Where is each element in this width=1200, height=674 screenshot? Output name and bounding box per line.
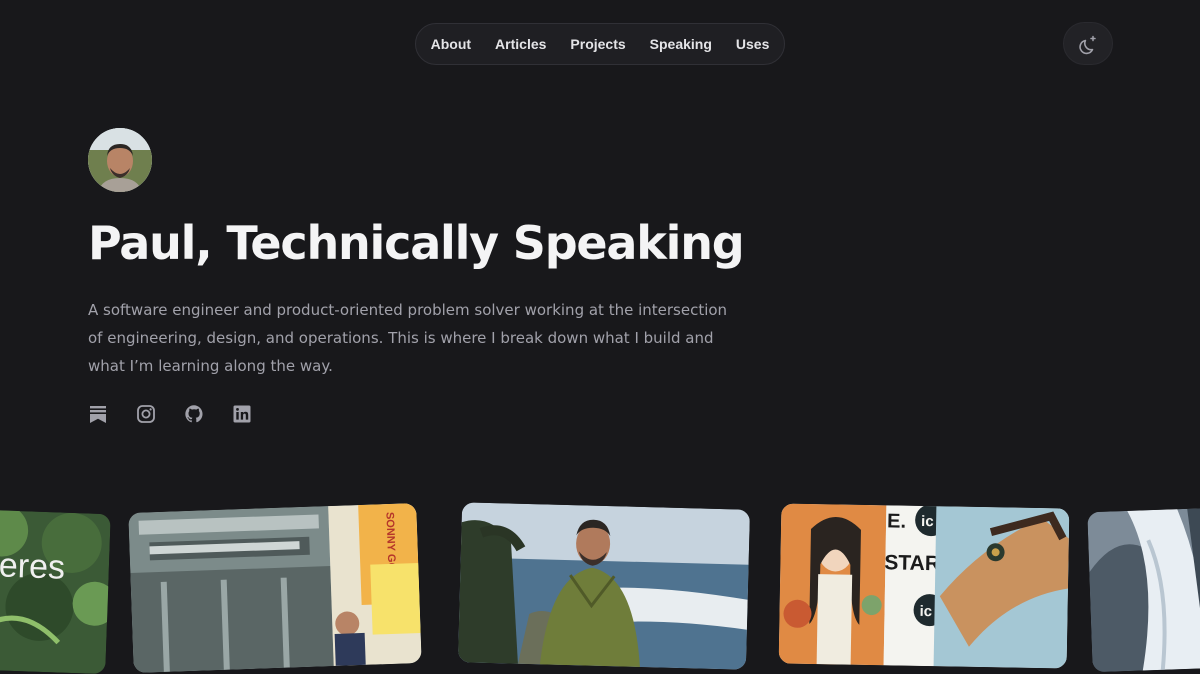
moon-star-icon	[1079, 35, 1096, 54]
nav-about[interactable]: About	[419, 23, 483, 65]
linkedin-icon[interactable]	[232, 404, 252, 424]
avatar	[88, 128, 152, 192]
photo-waterfall	[1087, 507, 1200, 673]
photo-station: SONNY GOOD	[128, 503, 422, 673]
photo-art: E. START HE ic ic	[778, 503, 1070, 669]
github-icon[interactable]	[184, 404, 204, 424]
instagram-icon[interactable]	[136, 404, 156, 424]
photo-coast	[457, 502, 751, 670]
theme-toggle-button[interactable]	[1063, 22, 1113, 65]
nav-uses[interactable]: Uses	[724, 23, 781, 65]
social-links	[88, 404, 252, 424]
substack-icon[interactable]	[88, 404, 108, 424]
nav-projects[interactable]: Projects	[558, 23, 637, 65]
photo-plants: eres	[0, 509, 111, 674]
plants-sign-text: eres	[0, 546, 66, 586]
intro-text: A software engineer and product-oriented…	[88, 301, 728, 375]
art-ic-text-1: ic	[921, 513, 934, 530]
nav-speaking[interactable]: Speaking	[638, 23, 724, 65]
art-ic-text-2: ic	[919, 603, 932, 620]
art-letter-text: E.	[887, 510, 906, 532]
nav-articles[interactable]: Articles	[483, 23, 558, 65]
page-title: Paul, Technically Speaking	[88, 216, 745, 270]
main-nav: About Articles Projects Speaking Uses	[415, 23, 785, 65]
